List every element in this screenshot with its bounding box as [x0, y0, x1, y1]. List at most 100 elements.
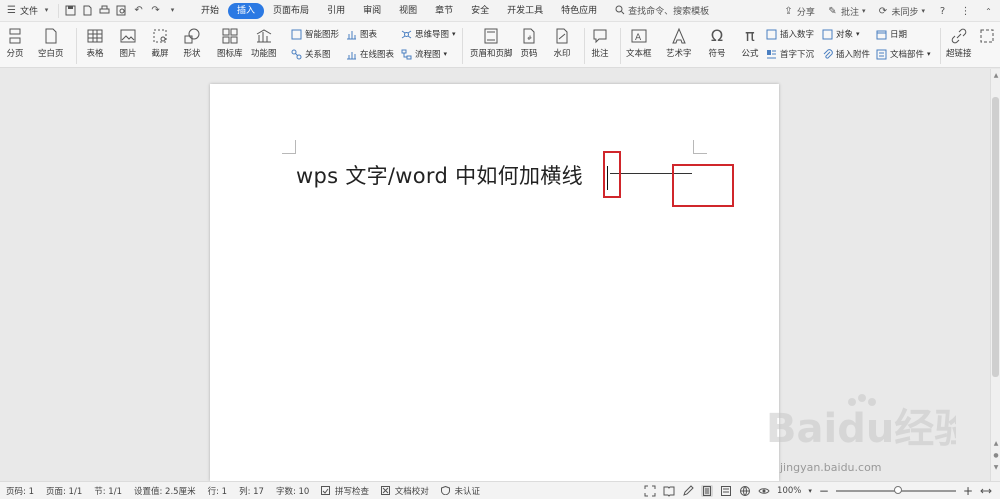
tab-insert[interactable]: 插入	[228, 2, 265, 19]
picture-button[interactable]: 图片	[119, 27, 137, 59]
document-text[interactable]: wps 文字/word 中如何加横线	[296, 160, 583, 190]
crossref-button[interactable]	[978, 27, 996, 45]
tab-references[interactable]: 引用	[318, 3, 354, 19]
customize-icon[interactable]: ▾	[167, 5, 178, 16]
divider	[620, 28, 621, 64]
scrollbar-thumb[interactable]	[992, 97, 999, 377]
symbol-button[interactable]: Ω 符号	[708, 27, 726, 60]
fullscreen-icon[interactable]	[644, 485, 656, 497]
page-break-button[interactable]: 分页	[6, 27, 24, 59]
save-icon[interactable]	[65, 5, 76, 16]
spell-check-button[interactable]: 拼写检查	[315, 485, 375, 497]
status-pages[interactable]: 页面: 1/1	[40, 485, 88, 497]
print-preview-icon[interactable]	[116, 5, 127, 16]
help-icon[interactable]: ?	[937, 6, 948, 17]
page-number-button[interactable]: # 页码	[520, 27, 538, 59]
export-pdf-icon[interactable]	[82, 5, 93, 16]
insert-number-button[interactable]: 插入数字	[766, 28, 814, 40]
select-browse-icon[interactable]: ●	[992, 451, 1000, 460]
date-button[interactable]: 日期	[876, 28, 907, 40]
search-icon	[614, 5, 625, 16]
flowchart-button[interactable]: 流程图 ▾	[401, 48, 447, 60]
spell-check-icon	[321, 485, 331, 495]
chevron-down-icon[interactable]: ▾	[808, 487, 812, 495]
chart-label: 图表	[360, 30, 378, 40]
chart-button[interactable]: 图表	[346, 28, 377, 40]
edit-view-icon[interactable]	[682, 485, 694, 497]
function-chart-button[interactable]: 功能图	[251, 27, 277, 59]
shape-button[interactable]: 形状	[183, 27, 201, 59]
auth-status[interactable]: 未认证	[435, 485, 486, 497]
blank-page-button[interactable]: 空白页	[38, 27, 64, 59]
vertical-scrollbar[interactable]: ▲ ▲ ● ▼	[990, 69, 1000, 481]
doc-parts-button[interactable]: 文档部件 ▾	[876, 48, 931, 60]
attachment-button[interactable]: 插入附件	[822, 48, 870, 60]
tab-page-layout[interactable]: 页面布局	[264, 3, 318, 19]
zoom-slider[interactable]	[835, 486, 956, 494]
icon-library-button[interactable]: 图标库	[217, 27, 243, 59]
online-chart-icon	[347, 51, 356, 59]
wordart-button[interactable]: 艺术字	[666, 27, 692, 59]
online-chart-button[interactable]: 在线图表	[346, 48, 394, 60]
comment-button[interactable]: ✎ 批注 ▾	[827, 5, 865, 18]
spell-check-label: 拼写检查	[335, 486, 370, 497]
scroll-up-icon[interactable]: ▲	[992, 71, 1000, 80]
screenshot-button[interactable]: 截屏	[151, 27, 169, 59]
status-section[interactable]: 节: 1/1	[88, 485, 128, 497]
reading-view-icon[interactable]	[663, 485, 675, 497]
mind-map-button[interactable]: 思维导图 ▾	[401, 28, 456, 40]
zoom-level[interactable]: 100%	[777, 486, 801, 496]
table-button[interactable]: 表格	[86, 27, 104, 59]
proofread-button[interactable]: 文档校对	[375, 485, 435, 497]
status-word-count[interactable]: 字数: 10	[270, 485, 315, 497]
web-view-icon[interactable]	[739, 485, 751, 497]
sync-button[interactable]: ⟳ 未同步 ▾	[877, 5, 925, 18]
file-menu[interactable]: ☰ 文件 ▾	[0, 0, 58, 22]
picture-label: 图片	[119, 49, 137, 59]
fit-width-icon[interactable]	[980, 485, 992, 497]
command-search[interactable]: 查找命令、搜索模板	[614, 4, 709, 17]
tab-developer[interactable]: 开发工具	[498, 3, 552, 19]
blank-page-icon	[45, 28, 57, 44]
smart-shape-button[interactable]: 智能图形	[291, 28, 339, 40]
status-setting[interactable]: 设置值: 2.5厘米	[128, 485, 202, 497]
annotation-button[interactable]: 批注	[591, 27, 609, 59]
hyperlink-button[interactable]: 超链接	[946, 27, 972, 59]
more-icon[interactable]: ⋮	[960, 6, 971, 17]
status-page-number[interactable]: 页码: 1	[0, 485, 40, 497]
eye-protection-icon[interactable]	[758, 485, 770, 497]
redo-icon[interactable]: ↷	[150, 5, 161, 16]
textbox-button[interactable]: A 文本框	[626, 27, 652, 59]
tab-chapter[interactable]: 章节	[426, 3, 462, 19]
tab-review[interactable]: 审阅	[354, 3, 390, 19]
zoom-slider-knob[interactable]	[893, 486, 902, 494]
next-page-icon[interactable]: ▼	[992, 463, 1000, 472]
document-page[interactable]: wps 文字/word 中如何加横线	[210, 84, 779, 481]
prev-page-icon[interactable]: ▲	[992, 439, 1000, 448]
print-icon[interactable]	[99, 5, 110, 16]
zoom-in-icon[interactable]: +	[963, 484, 973, 498]
tab-home[interactable]: 开始	[192, 3, 228, 19]
object-button[interactable]: 对象 ▾	[822, 28, 860, 40]
page-view-icon[interactable]	[701, 485, 714, 497]
header-footer-button[interactable]: 页眉和页脚	[470, 27, 513, 59]
outline-view-icon[interactable]	[720, 485, 732, 497]
zoom-out-icon[interactable]: −	[819, 484, 829, 498]
object-label: 对象	[836, 30, 854, 40]
chevron-down-icon: ▾	[452, 30, 456, 38]
watermark-brand: Baidu经验	[766, 406, 956, 452]
page-number-icon: #	[523, 28, 535, 44]
scissors-icon	[153, 29, 167, 43]
share-button[interactable]: ⇪ 分享	[783, 5, 815, 18]
formula-button[interactable]: π 公式	[741, 27, 759, 60]
tab-security[interactable]: 安全	[462, 3, 498, 19]
undo-icon[interactable]: ↶	[133, 5, 144, 16]
tab-features[interactable]: 特色应用	[552, 3, 606, 19]
dropcap-button[interactable]: 首字下沉	[766, 48, 814, 60]
tab-view[interactable]: 视图	[390, 3, 426, 19]
shape-icon	[184, 28, 200, 44]
relation-chart-button[interactable]: 关系图	[291, 48, 331, 60]
watermark-button[interactable]: 水印	[553, 27, 571, 59]
collapse-ribbon-icon[interactable]: ⌃	[983, 6, 994, 17]
function-chart-label: 功能图	[251, 49, 277, 59]
